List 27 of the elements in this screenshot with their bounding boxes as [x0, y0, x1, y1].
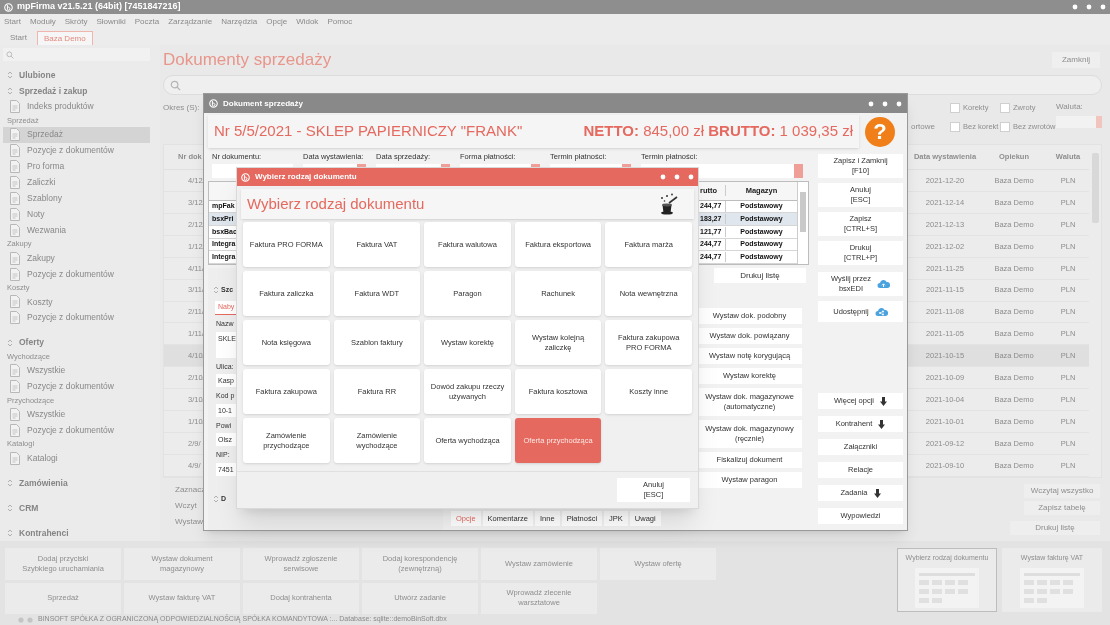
item-label: Katalogi	[27, 451, 58, 465]
item-label: Noty	[27, 207, 45, 221]
item-label: Pozycje z dokumentów	[27, 311, 114, 325]
window-title: mpFirma v21.5.21 (64bit) [7451847216]	[17, 0, 181, 14]
dialog-heading: Wybierz rodzaj dokumentu	[247, 193, 425, 214]
item-label: Indeks produktów	[27, 100, 94, 114]
item-label: Sprzedaż	[27, 128, 63, 142]
item-label: Pro forma	[27, 160, 65, 173]
item-label: Pozycje z dokumentów	[27, 380, 114, 393]
dialog-title: Dokument sprzedaży	[223, 97, 304, 110]
item-label: Wszystkie	[27, 408, 66, 421]
dialog-title: Wybierz rodzaj dokumentu	[255, 171, 357, 183]
item-label: Wezwania	[27, 223, 67, 237]
checkbox-label: ortowe	[911, 120, 935, 133]
item-label: Zaliczki	[27, 176, 56, 189]
item-label: Pozycje z dokumentów	[27, 424, 114, 437]
page-title: Dokumenty sprzedaży	[163, 49, 332, 72]
field-label: Okres (S):	[163, 102, 200, 114]
document-heading: Nr 5/5/2021 - SKLEP PAPIERNICZY "FRANK"	[214, 121, 523, 142]
item-label: Pozycje z dokumentów	[27, 267, 114, 281]
field-label: Waluta:	[1056, 101, 1084, 113]
item-label: Zakupy	[27, 251, 55, 265]
item-label: Koszty	[27, 295, 53, 309]
item-label: Pozycje z dokumentów	[27, 144, 114, 158]
total-amounts: NETTO: 845,00 zł BRUTTO: 1 039,35 zł	[583, 121, 853, 142]
item-label: Wszystkie	[27, 364, 66, 377]
item-label: Szablony	[27, 192, 62, 205]
